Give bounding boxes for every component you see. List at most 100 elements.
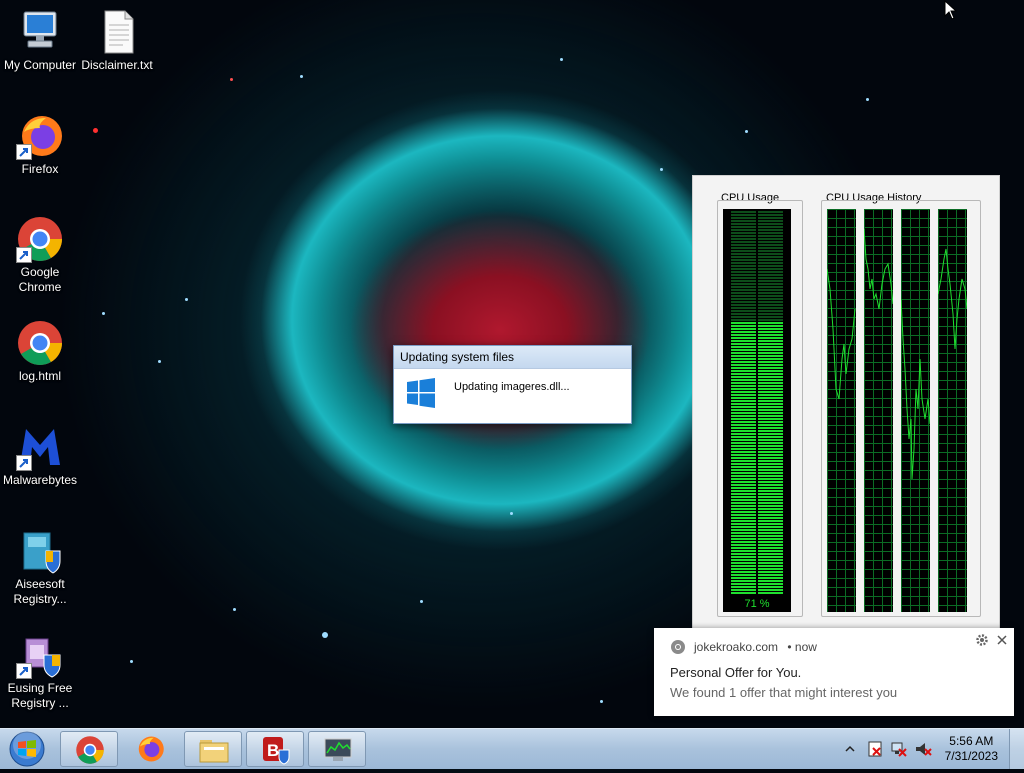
shortcut-arrow-icon	[16, 247, 32, 263]
settings-gear-icon[interactable]	[975, 633, 989, 647]
cpu-meter-segment-off	[758, 298, 783, 300]
cpu-meter-segment-off	[731, 214, 756, 216]
desktop-icon-aiseesoft-registry[interactable]: Aiseesoft Registry...	[0, 527, 80, 607]
cpu-meter-segment-on	[731, 463, 756, 465]
cpu-meter-segment-off	[731, 304, 756, 306]
cpu-meter-segment-off	[758, 313, 783, 315]
desktop-icon-eusing-registry[interactable]: Eusing Free Registry ...	[0, 631, 80, 711]
cpu-history-core-2	[863, 209, 894, 612]
cpu-meter-segment-on	[758, 532, 783, 534]
cpu-meter-segment-off	[731, 280, 756, 282]
cpu-meter-segment-off	[731, 283, 756, 285]
cpu-meter-segment-off	[731, 313, 756, 315]
taskbar-bitdefender-button[interactable]: B	[246, 731, 304, 767]
cpu-meter-segment-off	[731, 211, 756, 213]
cpu-meter-segment-on	[758, 403, 783, 405]
cpu-meter-segment-off	[731, 250, 756, 252]
dialog-message: Updating imageres.dll...	[454, 381, 570, 393]
desktop-icon-log-html[interactable]: log.html	[0, 319, 80, 384]
windows-logo-icon	[406, 378, 436, 413]
cpu-meter-segment-off	[758, 271, 783, 273]
taskbar-explorer-button[interactable]	[184, 731, 242, 767]
cpu-meter-segment-on	[731, 487, 756, 489]
cpu-meter-segment-on	[758, 484, 783, 486]
chrome-html-icon	[16, 319, 64, 367]
cpu-meter-segment-off	[758, 235, 783, 237]
cpu-meter-segment-on	[758, 592, 783, 594]
action-center-alert-icon[interactable]	[866, 740, 884, 763]
cpu-meter-segment-on	[758, 337, 783, 339]
cpu-meter-segment-on	[758, 523, 783, 525]
cpu-meter-segment-on	[758, 559, 783, 561]
cpu-meter-segment-on	[731, 409, 756, 411]
desktop-icon-malwarebytes[interactable]: Malwarebytes	[0, 423, 80, 488]
cpu-meter-segment-off	[731, 220, 756, 222]
svg-text:B: B	[267, 741, 279, 760]
cpu-meter-segment-off	[731, 292, 756, 294]
cpu-meter-segment-on	[758, 577, 783, 579]
taskbar-chrome-button[interactable]	[60, 731, 118, 767]
cpu-usage-percent: 71 %	[744, 598, 770, 610]
firefox-icon	[16, 112, 64, 160]
cpu-meter-segment-on	[731, 355, 756, 357]
cpu-meter-segment-on	[731, 499, 756, 501]
notification-site: jokekroako.com	[694, 640, 779, 654]
cpu-meter-segment-off	[731, 268, 756, 270]
cpu-meter-segment-on	[758, 406, 783, 408]
cpu-meter-segment-off	[758, 277, 783, 279]
malwarebytes-icon	[16, 423, 64, 471]
browser-notification[interactable]: jokekroako.com • now Personal Offer for …	[654, 628, 1014, 716]
volume-muted-icon[interactable]	[914, 740, 932, 763]
start-button[interactable]	[4, 730, 50, 768]
cpu-meter-segment-on	[758, 334, 783, 336]
cpu-meter-segment-off	[731, 247, 756, 249]
cpu-meter-segment-on	[758, 460, 783, 462]
cpu-meter-segment-on	[731, 406, 756, 408]
show-desktop-button[interactable]	[1009, 729, 1024, 769]
cpu-meter-segment-off	[758, 301, 783, 303]
cpu-meter-segment-on	[758, 421, 783, 423]
cpu-meter-segment-on	[731, 457, 756, 459]
cpu-meter-segment-on	[731, 349, 756, 351]
tray-clock[interactable]: 5:56 AM 7/31/2023	[945, 734, 998, 764]
cpu-meter-segment-off	[731, 238, 756, 240]
cpu-meter-segment-off	[731, 319, 756, 321]
folder-icon	[198, 736, 230, 769]
cpu-meter-segment-on	[758, 397, 783, 399]
cpu-meter-segment-off	[731, 310, 756, 312]
cpu-meter-segment-on	[731, 442, 756, 444]
clock-date: 7/31/2023	[944, 749, 998, 763]
cpu-meter-segment-on	[758, 496, 783, 498]
cpu-meter-segment-on	[758, 466, 783, 468]
cpu-meter-segment-on	[731, 526, 756, 528]
desktop-icon-disclaimer[interactable]: Disclaimer.txt	[77, 8, 157, 73]
cpu-meter-segment-on	[731, 403, 756, 405]
desktop-icon-my-computer[interactable]: My Computer	[0, 8, 80, 73]
desktop-icon-firefox[interactable]: Firefox	[0, 112, 80, 177]
cpu-meter-segment-on	[731, 466, 756, 468]
installer-shield-icon	[16, 631, 64, 679]
tray-expand-icon[interactable]	[844, 742, 856, 760]
cpu-meter-segment-on	[731, 367, 756, 369]
taskbar-firefox-button[interactable]	[134, 734, 166, 769]
taskbar-task-manager-button[interactable]	[308, 731, 366, 767]
dialog-title[interactable]: Updating system files	[394, 346, 631, 369]
close-icon[interactable]	[995, 633, 1009, 647]
clock-time: 5:56 AM	[949, 734, 994, 748]
cpu-meter-segment-on	[758, 526, 783, 528]
network-alert-icon[interactable]	[890, 740, 908, 763]
cpu-meter-segment-off	[758, 304, 783, 306]
cpu-meter-segment-on	[731, 373, 756, 375]
cpu-meter-segment-on	[758, 433, 783, 435]
cpu-meter-segment-on	[731, 397, 756, 399]
cpu-meter-segment-on	[731, 370, 756, 372]
cpu-meter-segment-on	[758, 382, 783, 384]
cpu-meter-segment-off	[731, 289, 756, 291]
cpu-meter-segment-on	[758, 562, 783, 564]
cpu-meter-segment-on	[731, 562, 756, 564]
desktop-icon-google-chrome[interactable]: Google Chrome	[0, 215, 80, 295]
cpu-meter-segment-on	[731, 493, 756, 495]
cpu-meter-segment-on	[758, 379, 783, 381]
cpu-meter-segment-on	[731, 322, 756, 324]
mouse-cursor-icon	[944, 0, 958, 25]
